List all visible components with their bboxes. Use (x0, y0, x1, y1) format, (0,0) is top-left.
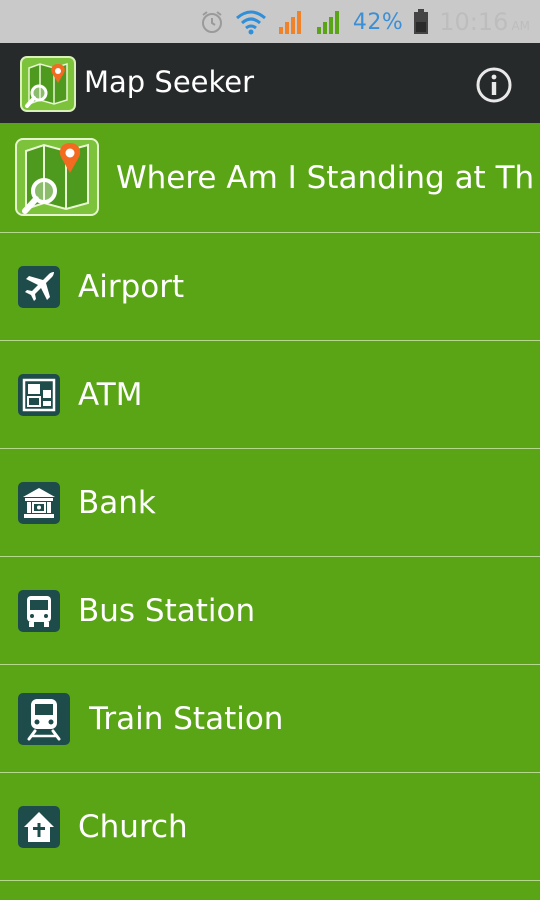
place-category-list: Where Am I Standing at This Moment Airpo… (0, 123, 540, 881)
airport-label: Airport (78, 268, 185, 305)
battery-icon (414, 9, 429, 34)
map-locate-icon (15, 138, 99, 216)
status-bar: 42% 10:16 AM (0, 0, 540, 43)
church-icon (18, 805, 60, 848)
atm-icon (18, 373, 60, 416)
map-seeker-logo-icon[interactable] (20, 56, 76, 112)
battery-percent: 42% (352, 9, 404, 35)
current-location-label: Where Am I Standing at This Moment (116, 159, 534, 196)
clock-time: 10:16 (439, 8, 509, 36)
list-item-airport[interactable]: Airport (0, 233, 540, 341)
bus-station-label: Bus Station (78, 592, 256, 629)
bank-label: Bank (78, 484, 156, 521)
church-label: Church (78, 808, 188, 845)
clock: 10:16 AM (439, 8, 530, 36)
info-icon[interactable] (476, 67, 512, 103)
list-item-church[interactable]: Church (0, 773, 540, 881)
bank-icon (18, 481, 60, 524)
signal-icon-sim1 (278, 11, 301, 34)
list-item-bus-station[interactable]: Bus Station (0, 557, 540, 665)
alarm-icon (201, 11, 222, 33)
clock-ampm: AM (511, 19, 530, 33)
list-item-atm[interactable]: ATM (0, 341, 540, 449)
atm-label: ATM (78, 376, 143, 413)
app-bar: Map Seeker (0, 43, 540, 123)
airplane-icon (18, 265, 60, 308)
train-icon (18, 692, 70, 745)
list-item-current-location[interactable]: Where Am I Standing at This Moment (0, 123, 540, 233)
app-title: Map Seeker (84, 65, 255, 99)
bus-icon (18, 589, 60, 632)
list-item-bank[interactable]: Bank (0, 449, 540, 557)
list-item-train-station[interactable]: Train Station (0, 665, 540, 773)
signal-icon-sim2 (316, 11, 339, 34)
train-station-label: Train Station (89, 700, 284, 737)
wifi-icon (235, 10, 266, 35)
